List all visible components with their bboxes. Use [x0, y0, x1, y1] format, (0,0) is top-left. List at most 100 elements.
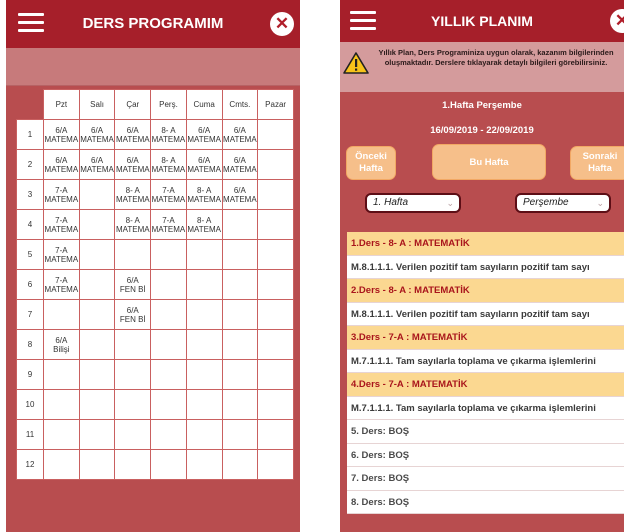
schedule-cell[interactable]: 8- A MATEMA: [114, 179, 152, 210]
schedule-cell[interactable]: 8- A MATEMA: [114, 209, 152, 240]
schedule-cell[interactable]: [43, 389, 80, 420]
lesson-outcome[interactable]: M.8.1.1.1. Verilen pozitif tam sayıların…: [347, 302, 624, 326]
schedule-cell[interactable]: [150, 389, 187, 420]
schedule-cell[interactable]: [78, 239, 116, 270]
schedule-cell[interactable]: [43, 419, 80, 450]
schedule-cell[interactable]: [78, 179, 116, 210]
schedule-cell[interactable]: 6/A FEN Bİ: [114, 269, 152, 300]
schedule-cell[interactable]: [221, 449, 259, 480]
schedule-cell[interactable]: 8- A MATEMA: [150, 119, 187, 150]
schedule-cell[interactable]: [221, 209, 259, 240]
schedule-cell[interactable]: 6/A MATEMA: [78, 119, 116, 150]
schedule-cell[interactable]: [257, 149, 294, 180]
schedule-cell[interactable]: [185, 419, 223, 450]
schedule-cell[interactable]: 7-A MATEMA: [150, 179, 187, 210]
schedule-cell[interactable]: [257, 449, 294, 480]
schedule-cell[interactable]: [257, 419, 294, 450]
empty-lesson[interactable]: 8. Ders: BOŞ: [347, 490, 624, 514]
schedule-cell[interactable]: 6/A MATEMA: [185, 119, 223, 150]
schedule-cell[interactable]: [221, 389, 259, 420]
schedule-cell[interactable]: [185, 389, 223, 420]
schedule-cell[interactable]: [78, 449, 116, 480]
schedule-cell[interactable]: [257, 359, 294, 390]
schedule-cell[interactable]: 6/A MATEMA: [114, 119, 152, 150]
schedule-cell[interactable]: [221, 329, 259, 360]
empty-lesson[interactable]: 6. Ders: BOŞ: [347, 443, 624, 467]
schedule-cell[interactable]: 6/A MATEMA: [221, 179, 259, 210]
schedule-cell[interactable]: [150, 359, 187, 390]
lesson-outcome[interactable]: M.8.1.1.1. Verilen pozitif tam sayıların…: [347, 255, 624, 279]
schedule-cell[interactable]: [221, 419, 259, 450]
next-week-button[interactable]: Sonraki Hafta: [570, 146, 624, 180]
schedule-cell[interactable]: [257, 389, 294, 420]
schedule-cell[interactable]: [257, 299, 294, 330]
schedule-cell[interactable]: 6/A MATEMA: [78, 149, 116, 180]
schedule-cell[interactable]: [185, 449, 223, 480]
schedule-cell[interactable]: [257, 239, 294, 270]
schedule-cell[interactable]: 6/A MATEMA: [43, 149, 80, 180]
schedule-cell[interactable]: [150, 239, 187, 270]
schedule-cell[interactable]: 6/A MATEMA: [185, 149, 223, 180]
schedule-cell[interactable]: 8- A MATEMA: [185, 179, 223, 210]
schedule-cell[interactable]: [78, 419, 116, 450]
schedule-cell[interactable]: [185, 269, 223, 300]
schedule-cell[interactable]: 6/A FEN Bİ: [114, 299, 152, 330]
schedule-cell[interactable]: 6/A MATEMA: [221, 119, 259, 150]
schedule-cell[interactable]: [78, 359, 116, 390]
week-select[interactable]: 1. Hafta ⌄: [365, 193, 461, 213]
schedule-cell[interactable]: [43, 449, 80, 480]
day-select[interactable]: Perşembe ⌄: [515, 193, 611, 213]
schedule-cell[interactable]: [185, 329, 223, 360]
close-icon[interactable]: ✕: [270, 12, 294, 36]
schedule-cell[interactable]: [78, 299, 116, 330]
schedule-cell[interactable]: [43, 299, 80, 330]
schedule-cell[interactable]: [221, 269, 259, 300]
schedule-cell[interactable]: [185, 239, 223, 270]
schedule-cell[interactable]: [221, 239, 259, 270]
schedule-cell[interactable]: 7-A MATEMA: [43, 209, 80, 240]
lesson-outcome[interactable]: M.7.1.1.1. Tam sayılarla toplama ve çıka…: [347, 349, 624, 373]
schedule-cell[interactable]: [257, 329, 294, 360]
schedule-cell[interactable]: [78, 209, 116, 240]
schedule-cell[interactable]: [114, 419, 152, 450]
empty-lesson[interactable]: 7. Ders: BOŞ: [347, 467, 624, 491]
schedule-cell[interactable]: [257, 269, 294, 300]
schedule-cell[interactable]: [257, 179, 294, 210]
schedule-cell[interactable]: 6/A MATEMA: [114, 149, 152, 180]
lesson-header[interactable]: 3.Ders - 7-A : MATEMATİK: [347, 326, 624, 350]
schedule-cell[interactable]: 7-A MATEMA: [43, 239, 80, 270]
schedule-cell[interactable]: 6/A Bilişi: [43, 329, 80, 360]
schedule-cell[interactable]: [78, 269, 116, 300]
schedule-cell[interactable]: 7-A MATEMA: [43, 179, 80, 210]
schedule-cell[interactable]: [114, 359, 152, 390]
schedule-cell[interactable]: 7-A MATEMA: [43, 269, 80, 300]
lesson-header[interactable]: 2.Ders - 8- A : MATEMATİK: [347, 279, 624, 303]
schedule-cell[interactable]: 6/A MATEMA: [43, 119, 80, 150]
schedule-cell[interactable]: [257, 209, 294, 240]
schedule-cell[interactable]: [185, 359, 223, 390]
schedule-cell[interactable]: [150, 419, 187, 450]
schedule-cell[interactable]: [114, 329, 152, 360]
schedule-cell[interactable]: [43, 359, 80, 390]
schedule-cell[interactable]: [78, 389, 116, 420]
schedule-cell[interactable]: [221, 359, 259, 390]
schedule-cell[interactable]: [114, 389, 152, 420]
schedule-cell[interactable]: 8- A MATEMA: [185, 209, 223, 240]
schedule-cell[interactable]: [150, 299, 187, 330]
schedule-cell[interactable]: [150, 329, 187, 360]
lesson-header[interactable]: 1.Ders - 8- A : MATEMATİK: [347, 232, 624, 256]
schedule-cell[interactable]: 6/A MATEMA: [221, 149, 259, 180]
schedule-cell[interactable]: [221, 299, 259, 330]
empty-lesson[interactable]: 5. Ders: BOŞ: [347, 420, 624, 444]
this-week-button[interactable]: Bu Hafta: [432, 144, 546, 180]
schedule-cell[interactable]: [185, 299, 223, 330]
lesson-header[interactable]: 4.Ders - 7-A : MATEMATİK: [347, 373, 624, 397]
schedule-cell[interactable]: [257, 119, 294, 150]
lesson-outcome[interactable]: M.7.1.1.1. Tam sayılarla toplama ve çıka…: [347, 396, 624, 420]
schedule-cell[interactable]: [150, 269, 187, 300]
schedule-cell[interactable]: 8- A MATEMA: [150, 149, 187, 180]
previous-week-button[interactable]: Önceki Hafta: [346, 146, 396, 180]
schedule-cell[interactable]: [150, 449, 187, 480]
schedule-cell[interactable]: [114, 239, 152, 270]
schedule-cell[interactable]: [114, 449, 152, 480]
